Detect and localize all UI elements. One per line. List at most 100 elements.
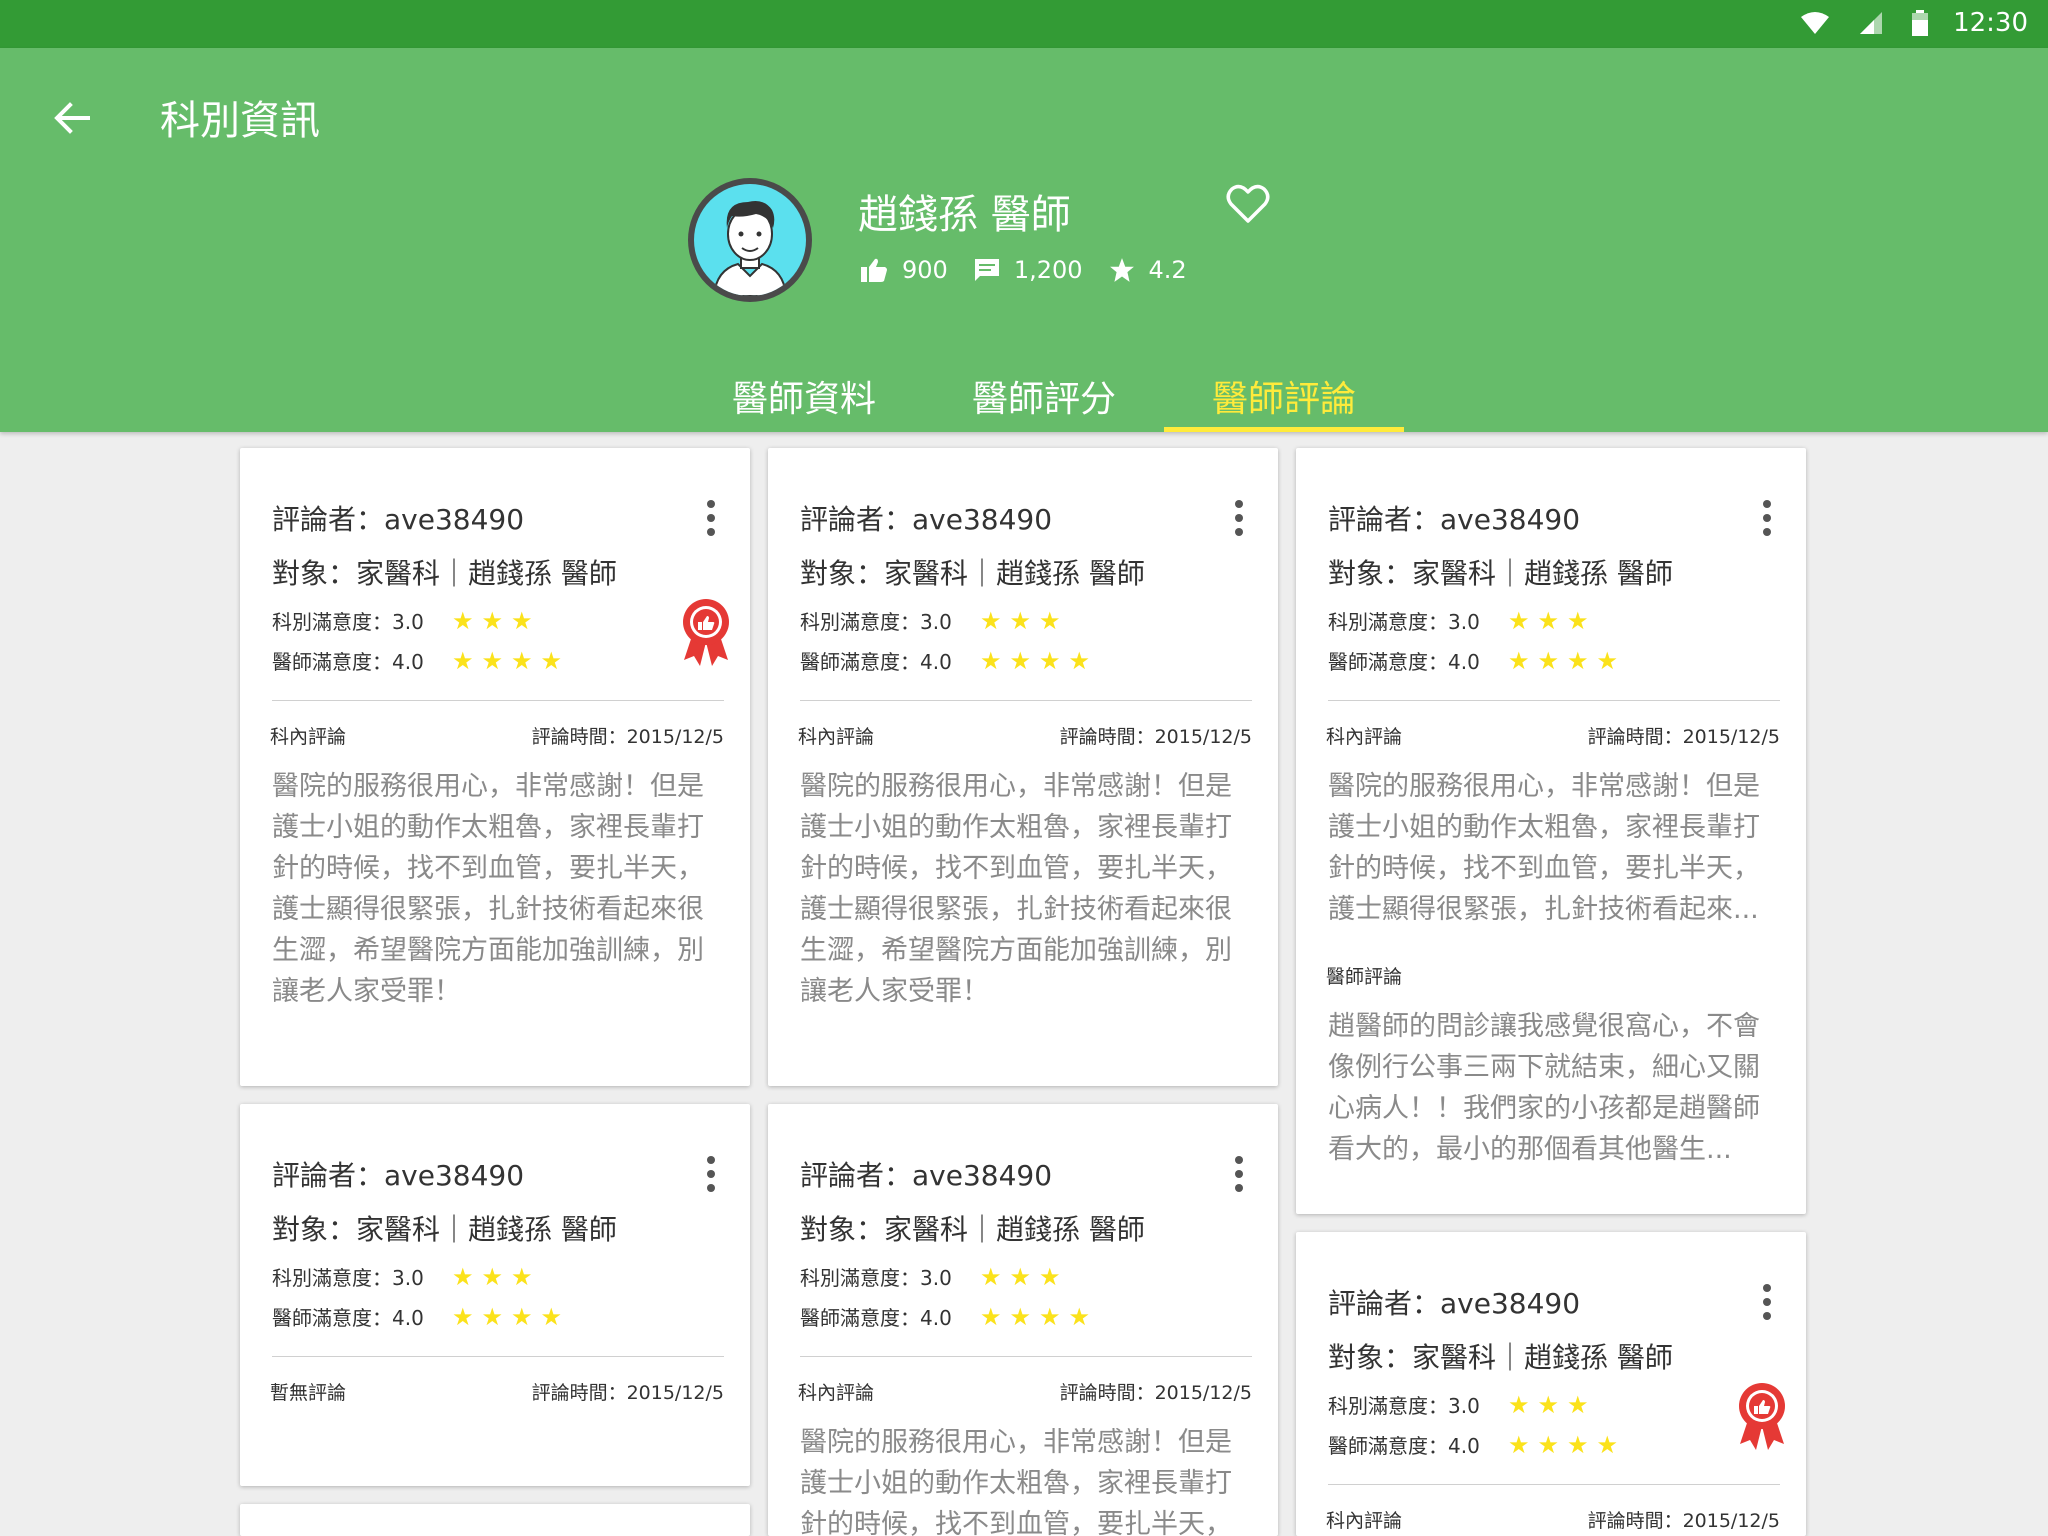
doctor-stars: ★ ★ ★ ★ — [980, 1305, 1090, 1329]
doctor-stars: ★ ★ ★ ★ — [1508, 649, 1618, 673]
dept-rating-label: 科別滿意度：3.0 — [800, 1266, 952, 1290]
more-options-button[interactable] — [1234, 1156, 1244, 1192]
dept-rating: 科別滿意度：3.0 ★ ★ ★ — [1328, 606, 1589, 635]
tab-doctor-info[interactable]: 醫師資料 — [684, 358, 924, 432]
doctor-stars: ★ ★ ★ ★ — [980, 649, 1090, 673]
review-time: 評論時間：2015/12/5 — [1059, 1382, 1252, 1404]
more-vert-icon — [1763, 500, 1771, 508]
rating-star-icon: ★ — [1567, 606, 1589, 635]
dept-rating-label: 科別滿意度：3.0 — [272, 610, 424, 634]
rating-star-icon: ★ — [1068, 1302, 1091, 1331]
rating-star-icon: ★ — [540, 646, 563, 675]
review-card: 評論者：ave38490 對象：家醫科｜趙錢孫 醫師 科別滿意度：3.0 ★ ★ ★ … — [768, 448, 1278, 1086]
more-options-button[interactable] — [1234, 500, 1244, 536]
dept-rating: 科別滿意度：3.0 ★ ★ ★ — [800, 606, 1061, 635]
more-options-button[interactable] — [706, 500, 716, 536]
divider — [1328, 1484, 1780, 1485]
award-badge-icon — [1739, 1383, 1785, 1450]
rating-star-icon: ★ — [980, 1302, 1002, 1331]
likes-stat: 900 — [860, 256, 948, 284]
rating-star-icon: ★ — [1039, 646, 1061, 675]
back-arrow-icon — [54, 102, 90, 134]
doctor-rating: 醫師滿意度：4.0 ★ ★ ★ ★ — [800, 646, 1090, 675]
doctor-rating-label: 醫師滿意度：4.0 — [1328, 650, 1480, 674]
rating-star-icon: ★ — [1537, 1390, 1560, 1419]
more-vert-icon — [707, 1156, 715, 1164]
back-button[interactable] — [44, 90, 100, 146]
more-options-button[interactable] — [1762, 500, 1772, 536]
rating-star-icon: ★ — [1567, 1390, 1589, 1419]
tab-doctor-rating[interactable]: 醫師評分 — [924, 358, 1164, 432]
rating-star-icon: ★ — [481, 1302, 504, 1331]
comment-icon — [974, 259, 999, 281]
review-time: 評論時間：2015/12/5 — [531, 726, 724, 748]
review-target: 對象：家醫科｜趙錢孫 醫師 — [272, 557, 617, 590]
dept-stars: ★ ★ ★ — [980, 609, 1061, 633]
tab-doctor-reviews[interactable]: 醫師評論 — [1164, 358, 1404, 432]
thumbs-up-icon — [861, 258, 887, 282]
section-label: 科內評論 — [1326, 1510, 1403, 1532]
doctor-rating: 醫師滿意度：4.0 ★ ★ ★ ★ — [272, 1302, 562, 1331]
rating-star-icon: ★ — [1009, 1262, 1032, 1291]
battery-icon — [1912, 10, 1928, 36]
more-options-button[interactable] — [1762, 1284, 1772, 1320]
rating-star-icon: ★ — [1039, 1262, 1061, 1291]
doctor-rating-label: 醫師滿意度：4.0 — [800, 1306, 952, 1330]
reviewer-name: 評論者：ave38490 — [1328, 1287, 1581, 1320]
star-icon — [1109, 258, 1134, 282]
review-target: 對象：家醫科｜趙錢孫 醫師 — [1328, 557, 1673, 590]
review-card: 評論者：ave38490 對象：家醫科｜趙錢孫 醫師 科別滿意度：3.0 ★ ★ ★ … — [240, 1104, 750, 1486]
review-body-doctor: 趙醫師的問診讓我感覺很窩心，不會像例行公事三兩下就結束，細心又關心病人！！我們家… — [1328, 1011, 1760, 1165]
review-target: 對象：家醫科｜趙錢孫 醫師 — [272, 1213, 617, 1246]
rating-star-icon: ★ — [1508, 1390, 1530, 1419]
reviewer-name: 評論者：ave38490 — [800, 1159, 1053, 1192]
rating-star-icon: ★ — [980, 1262, 1002, 1291]
divider — [272, 700, 724, 701]
rating-stat: 4.2 — [1109, 256, 1187, 284]
doctor-rating-label: 醫師滿意度：4.0 — [272, 1306, 424, 1330]
rating-star-icon: ★ — [511, 1262, 533, 1291]
rating-star-icon: ★ — [1039, 606, 1061, 635]
doctor-face-icon — [712, 201, 788, 296]
dept-stars: ★ ★ ★ — [452, 609, 533, 633]
wifi-icon — [1801, 12, 1829, 34]
rating-star-icon: ★ — [511, 646, 533, 675]
review-target: 對象：家醫科｜趙錢孫 醫師 — [800, 557, 1145, 590]
rating-star-icon: ★ — [1567, 1430, 1589, 1459]
status-icons — [1800, 10, 1928, 36]
review-time: 評論時間：2015/12/5 — [531, 1382, 724, 1404]
doctor-rating: 醫師滿意度：4.0 ★ ★ ★ ★ — [1328, 1430, 1618, 1459]
rating-star-icon: ★ — [511, 606, 533, 635]
doctor-rating-label: 醫師滿意度：4.0 — [272, 650, 424, 674]
rating-star-icon: ★ — [481, 1262, 504, 1291]
rating-star-icon: ★ — [1508, 1430, 1530, 1459]
rating-star-icon: ★ — [1068, 646, 1091, 675]
status-time: 12:30 — [1953, 8, 2028, 38]
favorite-button[interactable] — [1226, 184, 1278, 236]
review-card: 評論者：ave38490 對象：家醫科｜趙錢孫 醫師 科別滿意度：3.0 ★ ★ ★ … — [768, 1104, 1278, 1536]
doctor-rating: 醫師滿意度：4.0 ★ ★ ★ ★ — [800, 1302, 1090, 1331]
rating-star-icon: ★ — [452, 1302, 474, 1331]
heart-outline-icon — [1226, 184, 1270, 223]
rating-star-icon: ★ — [1596, 1430, 1619, 1459]
rating-star-icon: ★ — [452, 646, 474, 675]
rating-star-icon: ★ — [1508, 606, 1530, 635]
rating-star-icon: ★ — [1537, 646, 1560, 675]
more-vert-icon — [1235, 1156, 1243, 1164]
rating-star-icon: ★ — [540, 1302, 563, 1331]
likes-count: 900 — [902, 256, 948, 284]
section-label: 科內評論 — [798, 726, 875, 748]
dept-rating-label: 科別滿意度：3.0 — [272, 1266, 424, 1290]
divider — [800, 1356, 1252, 1357]
rating-value: 4.2 — [1148, 256, 1187, 284]
review-card: 評論者：ave38490 對象：家醫科｜趙錢孫 醫師 科別滿意度：3.0 ★ ★ ★ … — [1296, 1232, 1806, 1536]
more-options-button[interactable] — [706, 1156, 716, 1192]
rating-star-icon: ★ — [1009, 606, 1032, 635]
rating-star-icon: ★ — [1009, 646, 1032, 675]
doctor-name: 趙錢孫 醫師 — [858, 192, 1071, 238]
dept-rating: 科別滿意度：3.0 ★ ★ ★ — [800, 1262, 1061, 1291]
more-vert-icon — [1763, 1284, 1771, 1292]
review-card: 評論者：ave38490 對象：家醫科｜趙錢孫 醫師 科別滿意度：3.0 ★ ★ ★ … — [240, 448, 750, 1086]
doctor-avatar — [688, 178, 812, 302]
rating-star-icon: ★ — [1596, 646, 1619, 675]
